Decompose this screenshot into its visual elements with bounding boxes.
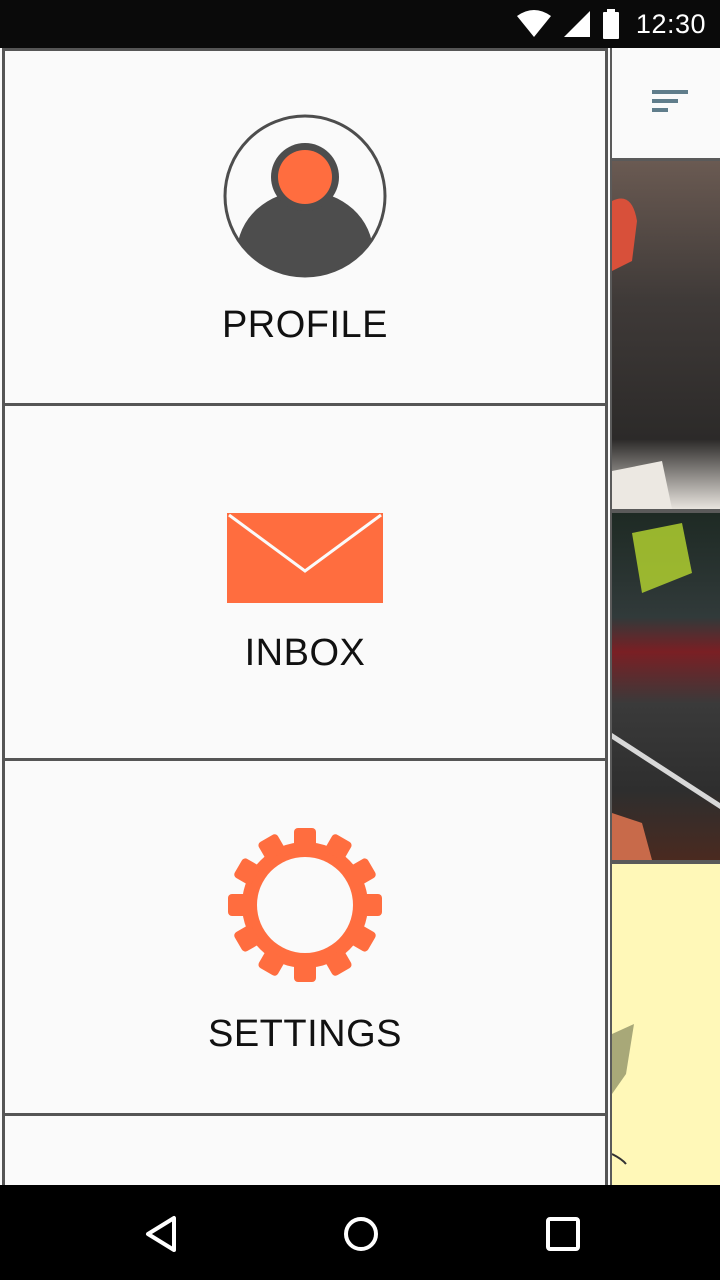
status-icons: 12:30	[516, 0, 706, 48]
status-bar: 12:30	[0, 0, 720, 48]
battery-icon	[602, 9, 619, 39]
home-icon[interactable]	[339, 1212, 383, 1256]
screen: 12:30 PROFILE INBOX SETTINGS	[0, 0, 720, 1280]
content-thumbnail-2[interactable]	[612, 513, 720, 860]
drawer-item-settings[interactable]: SETTINGS	[2, 758, 608, 1116]
content-thumbnail-1[interactable]	[612, 161, 720, 509]
cell-signal-icon	[563, 11, 590, 37]
drawer-item-inbox[interactable]: INBOX	[2, 403, 608, 761]
drawer-item-profile[interactable]: PROFILE	[2, 48, 608, 406]
mail-icon	[227, 513, 383, 603]
navigation-drawer: PROFILE INBOX SETTINGS	[0, 48, 610, 1203]
toolbar	[612, 48, 720, 158]
content-thumbnail-3[interactable]	[612, 864, 720, 1185]
wifi-icon	[516, 10, 551, 37]
recent-apps-icon[interactable]	[541, 1212, 585, 1256]
profile-icon	[223, 114, 387, 278]
drawer-item-label: SETTINGS	[207, 1013, 403, 1055]
sort-icon[interactable]	[650, 86, 690, 116]
drawer-item-label: PROFILE	[221, 304, 389, 346]
system-nav-bar	[0, 1185, 720, 1280]
drawer-item-label: INBOX	[244, 632, 366, 674]
back-icon[interactable]	[140, 1212, 184, 1256]
status-time: 12:30	[635, 8, 706, 39]
gear-icon	[228, 828, 382, 982]
